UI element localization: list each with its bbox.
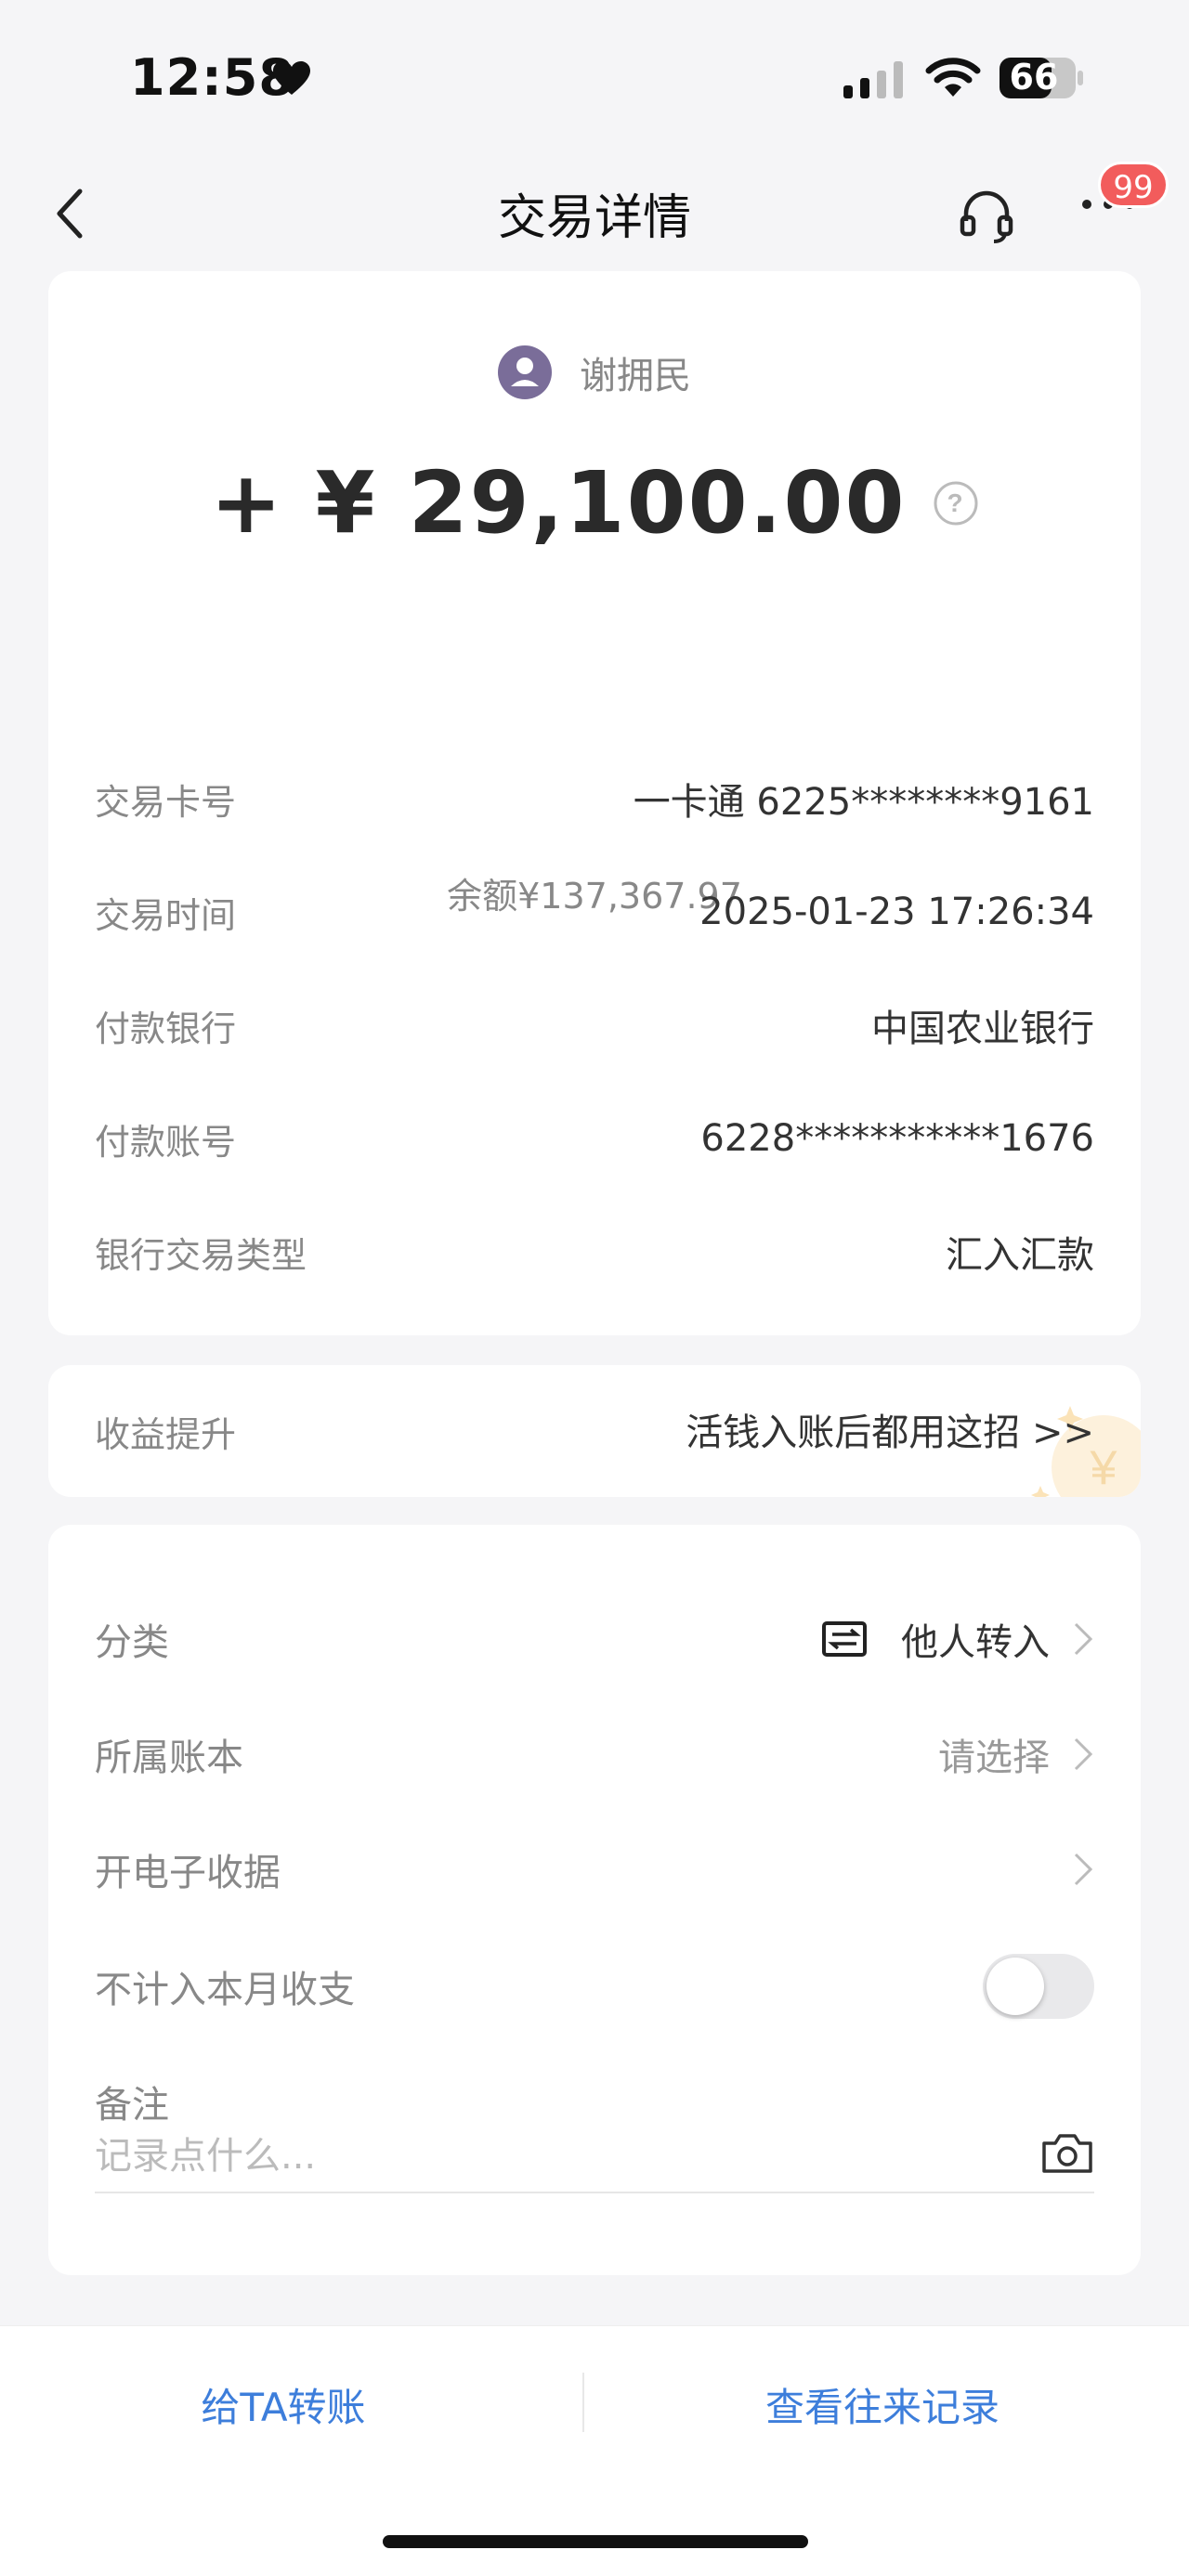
signal-icon (843, 61, 903, 98)
divider (582, 2373, 584, 2432)
transaction-amount: + ¥ 29,100.00 (210, 453, 907, 553)
transfer-button[interactable]: 给TA转账 (0, 2376, 581, 2433)
category-value: 他人转入 (901, 1621, 1050, 1664)
chevron-right-icon (1074, 1853, 1093, 1886)
detail-row-account: 付款账号 6228***********1676 (95, 1111, 1094, 1166)
toggle-knob (986, 1958, 1044, 2015)
home-indicator[interactable] (383, 2535, 808, 2548)
camera-icon[interactable] (1040, 2130, 1094, 2175)
detail-label: 付款银行 (95, 1008, 237, 1049)
detail-row-time: 交易时间 2025-01-23 17:26:34 (95, 884, 1094, 940)
status-time: 12:58 (130, 48, 294, 107)
nav-bar: 交易详情 99 (0, 158, 1189, 269)
detail-label: 银行交易类型 (95, 1234, 307, 1276)
ledger-label: 所属账本 (95, 1737, 243, 1779)
exclude-toggle[interactable] (983, 1954, 1094, 2019)
status-bar: 12:58 66 (0, 0, 1189, 158)
chevron-right-icon (1074, 1622, 1093, 1656)
detail-row-bank: 付款银行 中国农业银行 (95, 997, 1094, 1053)
detail-label: 付款账号 (95, 1121, 237, 1163)
history-button[interactable]: 查看往来记录 (585, 2376, 1180, 2433)
detail-value: 2025-01-23 17:26:34 (699, 891, 1094, 933)
amount-row: + ¥ 29,100.00 ? (48, 453, 1141, 553)
payer-info: 谢拥民 (48, 345, 1141, 405)
transaction-card: 谢拥民 + ¥ 29,100.00 ? 余额¥137,367.97 交易卡号 一… (48, 271, 1141, 1335)
remark-input[interactable]: 记录点什么... (95, 2119, 1094, 2193)
customer-service-icon[interactable] (957, 186, 1016, 245)
receipt-label: 开电子收据 (95, 1852, 281, 1894)
detail-row-type: 银行交易类型 汇入汇款 (95, 1224, 1094, 1280)
exclude-row: 不计入本月收支 (95, 1954, 1094, 2019)
chevron-right-icon (1074, 1737, 1093, 1771)
promo-card[interactable]: ¥ 收益提升 活钱入账后都用这招 >> (48, 1365, 1141, 1497)
category-row[interactable]: 分类 他人转入 (95, 1607, 1094, 1672)
notification-badge: 99 (1098, 162, 1169, 208)
promo-label: 收益提升 (95, 1414, 237, 1455)
battery-level: 66 (1009, 57, 1059, 98)
wifi-icon (925, 58, 981, 97)
remark-placeholder: 记录点什么... (95, 2135, 317, 2178)
detail-row-card: 交易卡号 一卡通 6225********9161 (95, 771, 1094, 826)
detail-label: 交易卡号 (95, 781, 237, 823)
svg-text:?: ? (947, 488, 964, 517)
avatar (498, 345, 552, 399)
detail-value: 汇入汇款 (946, 1234, 1094, 1277)
heart-icon (273, 61, 310, 95)
detail-value: 中国农业银行 (871, 1008, 1094, 1050)
settings-card: 分类 他人转入 所属账本 请选择 开电子收据 不计入本月收支 备注 记录点什么.… (48, 1525, 1141, 2275)
promo-link[interactable]: 活钱入账后都用这招 >> (686, 1402, 1094, 1456)
ledger-row[interactable]: 所属账本 请选择 (95, 1722, 1094, 1787)
receipt-row[interactable]: 开电子收据 (95, 1837, 1094, 1902)
transfer-category-icon (822, 1621, 867, 1657)
help-icon[interactable]: ? (933, 480, 979, 527)
person-icon (511, 358, 539, 386)
category-label: 分类 (95, 1621, 169, 1664)
payer-name: 谢拥民 (580, 355, 691, 397)
detail-label: 交易时间 (95, 894, 237, 936)
ledger-value: 请选择 (938, 1737, 1050, 1779)
detail-value: 一卡通 6225********9161 (633, 781, 1094, 824)
exclude-label: 不计入本月收支 (95, 1969, 355, 2011)
detail-value: 6228***********1676 (700, 1117, 1094, 1160)
